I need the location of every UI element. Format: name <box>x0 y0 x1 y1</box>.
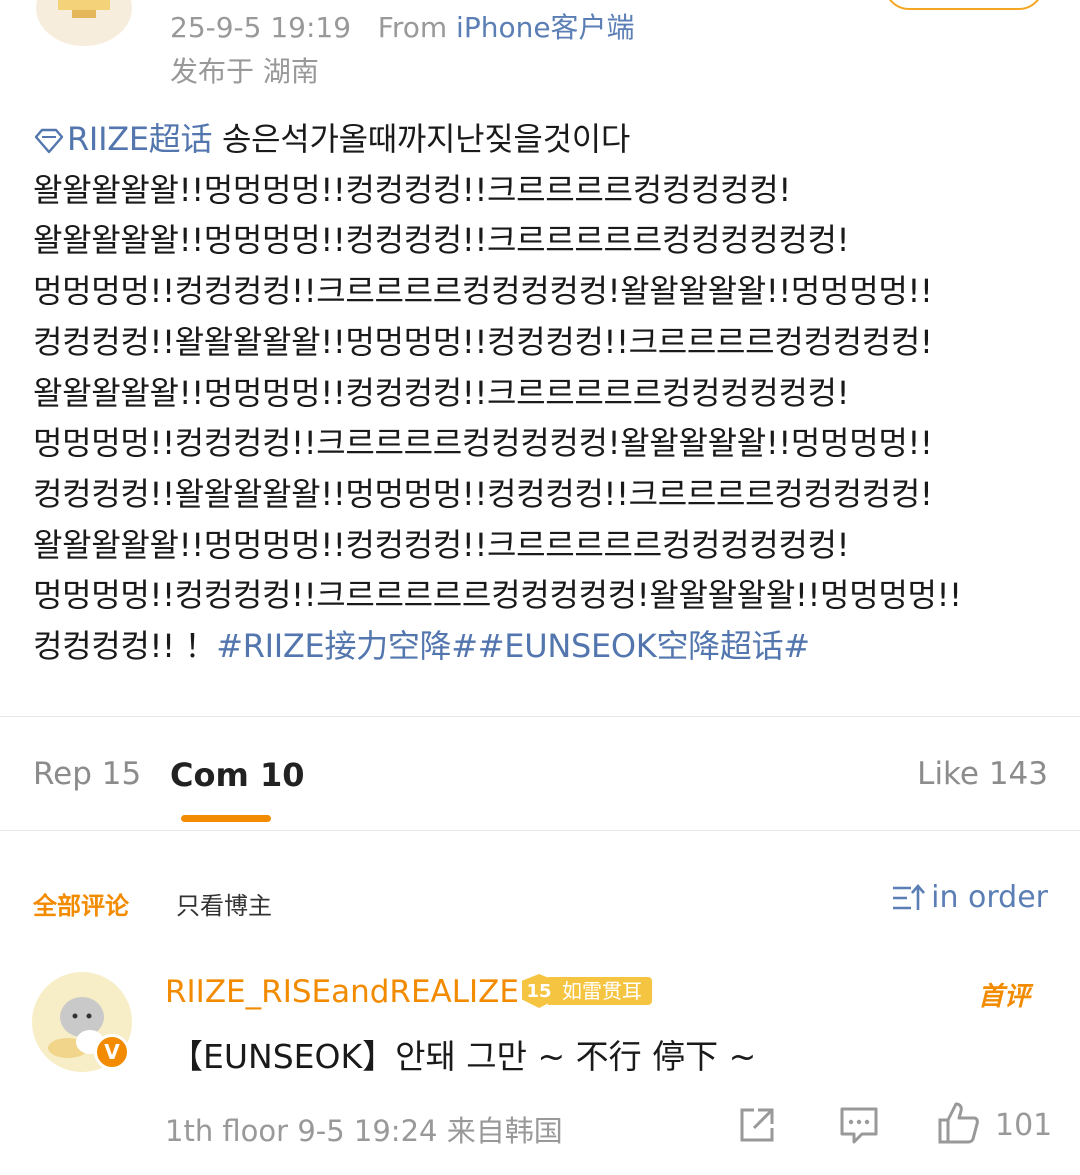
tab-comments[interactable]: Com 10 <box>170 756 304 794</box>
post-line: 멍멍멍멍!!컹컹컹컹!!크르르르르컹컹컹컹컹!왈왈왈왈왈!!멍멍멍멍!! <box>33 272 933 311</box>
author-avatar[interactable] <box>36 0 132 46</box>
share-icon[interactable] <box>736 1104 778 1150</box>
post-line: 왈왈왈왈왈!!멍멍멍멍!!컹컹컹컹!!크르르르르컹컹컹컹컹! <box>33 170 791 209</box>
supertopic-link[interactable]: RIIZE超话 <box>33 120 212 158</box>
thumbs-up-icon[interactable] <box>936 1100 980 1150</box>
diamond-icon <box>34 128 64 154</box>
post-line: 멍멍멍멍!!컹컹컹컹!!크르르르르컹컹컹컹컹!왈왈왈왈왈!!멍멍멍멍!! <box>33 424 933 463</box>
post-content: RIIZE超话 송은석가올때까지난짖을것이다 왈왈왈왈왈!!멍멍멍멍!!컹컹컹컹… <box>33 114 1048 672</box>
post-line: 컹컹컹컹!! ！ <box>33 627 217 666</box>
hashtag-links[interactable]: #RIIZE接力空降##EUNSEOK空降超话# <box>216 627 810 665</box>
comment-floor-info: 1th floor 9-5 19:24 来自韩国 <box>165 1114 563 1148</box>
sort-order-button[interactable]: in order <box>891 880 1048 915</box>
post-source-link[interactable]: iPhone客户端 <box>456 11 635 44</box>
filter-author-only[interactable]: 只看博主 <box>176 886 272 921</box>
verified-icon: V <box>94 1034 130 1070</box>
post-line: 왈왈왈왈왈!!멍멍멍멍!!컹컹컹컹!!크르르르르르컹컹컹컹컹컹! <box>33 373 850 412</box>
post-line: 왈왈왈왈왈!!멍멍멍멍!!컹컹컹컹!!크르르르르르컹컹컹컹컹컹! <box>33 221 850 260</box>
post-location: 发布于 湖南 <box>170 55 319 88</box>
comment-like-count: 101 <box>995 1108 1053 1143</box>
first-comment-tag: 首评 <box>978 982 1031 1012</box>
post-line: 컹컹컹컹!!왈왈왈왈왈!!멍멍멍멍!!컹컹컹컹!!크르르르르컹컹컹컹컹! <box>33 474 933 513</box>
divider <box>0 830 1080 831</box>
post-time: 25-9-5 19:19 <box>170 11 352 44</box>
tab-reposts[interactable]: Rep 15 <box>33 756 141 792</box>
fan-level-badge[interactable]: 15 如雷贯耳 <box>522 974 652 1008</box>
post-line: 멍멍멍멍!!컹컹컹컹!!크르르르르르컹컹컹컹컹!왈왈왈왈왈!!멍멍멍멍!! <box>33 576 962 615</box>
post-line: 송은석가올때까지난짖을것이다 <box>212 120 630 158</box>
post-from-label: From <box>377 11 448 44</box>
comment-reply-icon[interactable] <box>838 1104 880 1150</box>
post-meta: 25-9-5 19:19 From iPhone客户端 <box>170 6 635 46</box>
active-tab-indicator <box>181 815 271 822</box>
filter-all-comments[interactable]: 全部评论 <box>33 886 129 921</box>
post-line: 컹컹컹컹!!왈왈왈왈왈!!멍멍멍멍!!컹컹컹컹!!크르르르르컹컹컹컹컹! <box>33 322 933 361</box>
post-line: 왈왈왈왈왈!!멍멍멍멍!!컹컹컹컹!!크르르르르르컹컹컹컹컹컹! <box>33 525 850 564</box>
sort-label: in order <box>931 880 1048 915</box>
divider <box>0 716 1080 717</box>
tab-likes[interactable]: Like 143 <box>917 756 1048 792</box>
commenter-username[interactable]: RIIZE_RISEandREALIZE <box>165 974 519 1010</box>
fan-level-title: 如雷贯耳 <box>548 977 652 1005</box>
sort-icon <box>893 883 926 910</box>
follow-button[interactable] <box>884 0 1044 10</box>
comment-text: 【EUNSEOK】안돼 그만 ~ 不行 停下 ~ <box>170 1037 757 1076</box>
